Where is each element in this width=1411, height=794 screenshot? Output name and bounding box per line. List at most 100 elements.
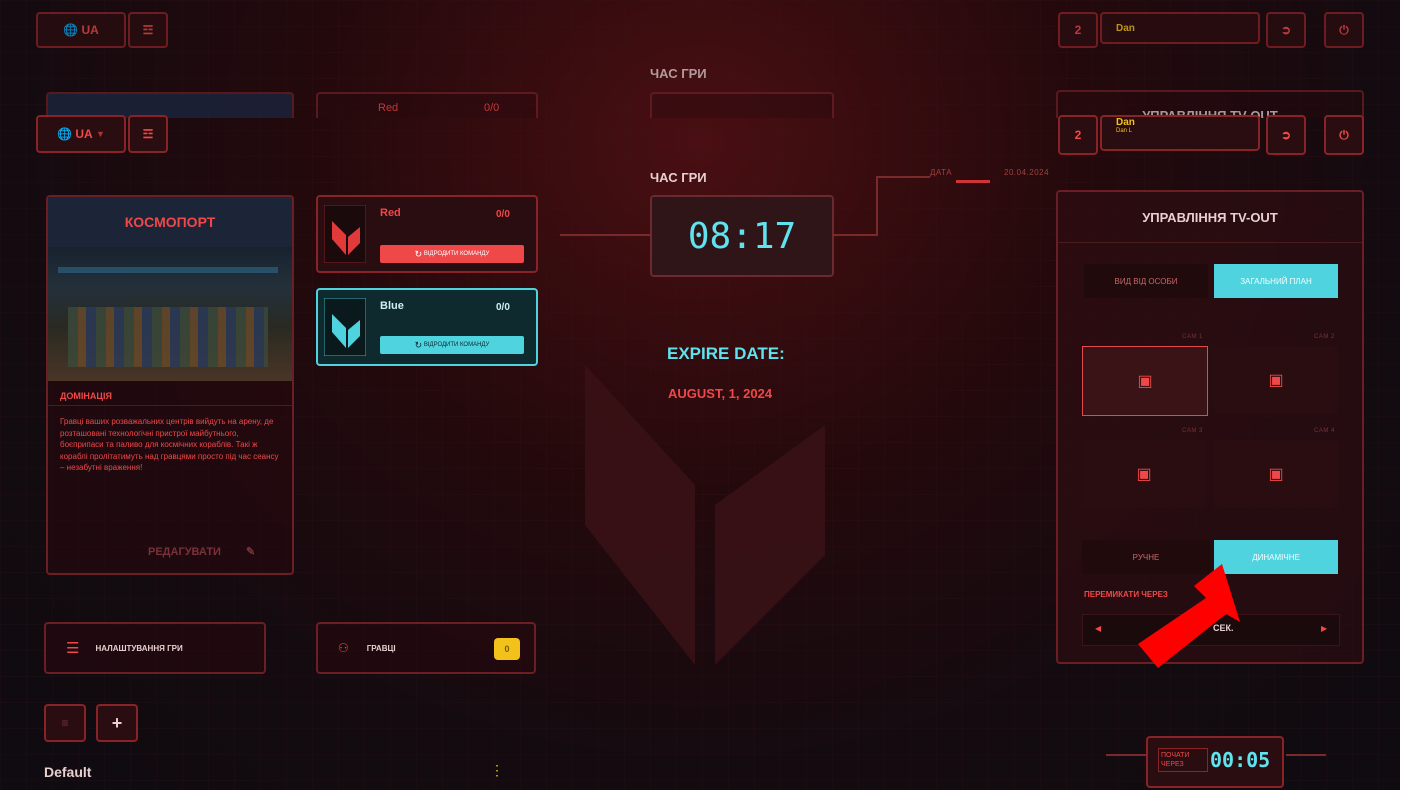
annotation-arrow-icon <box>1138 564 1240 668</box>
view-first-person-label: ВИД ВІД ОСОБИ <box>1114 276 1178 286</box>
circuit-line <box>876 176 878 236</box>
app-screen: 🌐 UA ☲ ЧАС ГРИ Red 0/0 2 Dan ➲ ⏻ УПРАВЛІ… <box>0 0 1400 790</box>
globe-icon: 🌐 <box>57 127 72 141</box>
ghost-power-button: ⏻ <box>1324 12 1364 48</box>
logout-icon: ➲ <box>1280 128 1292 142</box>
team-red-logo-icon <box>324 205 366 263</box>
ghost-power-icon: ⏻ <box>1339 22 1349 37</box>
revive-red-button[interactable]: ↻ ВІДРОДИТИ КОМАНДУ <box>380 245 524 263</box>
ghost-time-box <box>650 92 834 118</box>
revive-blue-button[interactable]: ↻ ВІДРОДИТИ КОМАНДУ <box>380 336 524 354</box>
ghost-logout-icon: ➲ <box>1280 23 1292 37</box>
ghost-header-strip: 🌐 UA ☲ ЧАС ГРИ Red 0/0 2 Dan ➲ ⏻ УПРАВЛІ… <box>0 0 1400 118</box>
circuit-line <box>560 234 650 236</box>
power-button[interactable]: ⏻ <box>1324 115 1364 155</box>
view-first-person-button[interactable]: ВИД ВІД ОСОБИ <box>1084 264 1208 298</box>
date-icon <box>956 166 990 183</box>
team-red-name: Red <box>380 207 401 219</box>
game-time-label: ЧАС ГРИ <box>650 170 707 185</box>
players-count-button[interactable]: 2 <box>1058 115 1098 155</box>
preset-name: Default <box>44 764 92 780</box>
ghost-logout-button: ➲ <box>1266 12 1306 48</box>
mode-dynamic-label: ДИНАМІЧНЕ <box>1252 552 1300 562</box>
user-name: Dan <box>1116 117 1135 128</box>
plus-icon: + <box>111 712 123 733</box>
ghost-user-box: Dan <box>1100 12 1260 44</box>
chevron-right-icon[interactable]: ▶ <box>1321 624 1327 633</box>
players-label: ГРАВЦІ <box>366 643 396 653</box>
ghost-globe-icon: 🌐 <box>63 23 79 37</box>
power-icon: ⏻ <box>1339 127 1349 142</box>
location-mode: ДОМІНАЦІЯ <box>48 381 292 406</box>
circuit-line <box>1286 754 1326 756</box>
revive-red-label: ВІДРОДИТИ КОМАНДУ <box>423 251 490 257</box>
cam4-tile[interactable]: ▣ <box>1214 440 1338 508</box>
camera-icon: ▣ <box>1268 372 1284 389</box>
tool-button[interactable]: ☲ <box>128 115 168 153</box>
logout-button[interactable]: ➲ <box>1266 115 1306 155</box>
edit-button[interactable]: РЕДАГУВАТИ ✎ <box>148 545 255 558</box>
date-label: ДАТА <box>930 168 953 177</box>
team-card-red: Red 0/0 ↻ ВІДРОДИТИ КОМАНДУ <box>316 195 538 273</box>
team-card-blue: Blue 0/0 ↻ ВІДРОДИТИ КОМАНДУ <box>316 288 538 366</box>
team-blue-score: 0/0 <box>496 302 510 313</box>
sliders-icon: ☰ <box>66 640 80 657</box>
start-countdown-value: 00:05 <box>1210 748 1271 772</box>
players-count-badge: 0 <box>494 638 520 660</box>
ghost-user-name: Dan <box>1116 22 1135 34</box>
start-countdown-box[interactable]: ПОЧАТИ ЧЕРЕЗ 00:05 <box>1146 736 1284 788</box>
cam3-tile[interactable]: ▣ <box>1082 440 1206 508</box>
cam1-tile[interactable]: ▣ <box>1082 346 1208 416</box>
location-description: Гравці ваших розважальних центрів вийдут… <box>60 417 279 472</box>
expire-date-label: EXPIRE DATE: <box>667 344 785 363</box>
game-time-value: 08:17 <box>687 215 797 257</box>
ghost-language-button: 🌐 UA <box>36 12 126 48</box>
ghost-language-label: UA <box>81 23 99 37</box>
players-button[interactable]: ⚇ ГРАВЦІ 0 <box>316 622 536 674</box>
chevron-left-icon[interactable]: ◀ <box>1095 624 1101 633</box>
camera-icon: ▣ <box>1136 466 1152 483</box>
language-selector[interactable]: 🌐 UA ▼ <box>36 115 126 153</box>
cam2-tile[interactable]: ▣ <box>1214 346 1338 414</box>
circuit-line <box>1106 754 1146 756</box>
team-blue-logo-icon <box>324 298 366 356</box>
expire-date-value: AUGUST, 1, 2024 <box>668 386 773 401</box>
refresh-icon: ↻ <box>414 339 423 350</box>
players-count-text: 2 <box>1074 128 1082 142</box>
revive-blue-label: ВІДРОДИТИ КОМАНДУ <box>423 342 490 348</box>
date-value: 20.04.2024 <box>1004 168 1050 177</box>
ghost-team-name: Red <box>378 102 399 114</box>
cam1-label: CAM 1 <box>1182 334 1203 340</box>
user-box[interactable]: Dan Dan L <box>1100 115 1260 151</box>
pencil-icon: ✎ <box>246 546 256 558</box>
users-icon: ⚇ <box>338 641 349 655</box>
ghost-game-time-label: ЧАС ГРИ <box>650 66 707 81</box>
camera-icon: ▣ <box>1268 466 1284 483</box>
more-vertical-icon[interactable]: ⋮ <box>490 762 504 779</box>
user-sub: Dan L <box>1116 128 1133 134</box>
edit-label: РЕДАГУВАТИ <box>148 546 221 558</box>
view-general-button[interactable]: ЗАГАЛЬНИЙ ПЛАН <box>1214 264 1338 298</box>
team-red-score: 0/0 <box>496 209 510 220</box>
brand-logo-watermark <box>585 365 825 665</box>
chevron-down-icon: ▼ <box>96 129 105 139</box>
game-settings-button[interactable]: ☰ НАЛАШТУВАННЯ ГРИ <box>44 622 266 674</box>
ghost-players-count: 2 <box>1058 12 1098 48</box>
game-settings-label: НАЛАШТУВАННЯ ГРИ <box>95 643 183 653</box>
location-title: КОСМОПОРТ <box>48 197 292 247</box>
add-preset-button[interactable]: + <box>96 704 138 742</box>
list-settings-button[interactable]: ≡ <box>44 704 86 742</box>
cam4-label: CAM 4 <box>1314 428 1335 434</box>
cam3-label: CAM 3 <box>1182 428 1203 434</box>
ghost-tvout-panel: УПРАВЛІННЯ TV-OUT <box>1056 90 1364 118</box>
camera-icon: ▣ <box>1137 373 1153 390</box>
tool-icon: ☲ <box>142 127 154 141</box>
circuit-line <box>878 176 930 178</box>
location-image <box>48 247 292 381</box>
cam2-label: CAM 2 <box>1314 334 1335 340</box>
ghost-players-count-text: 2 <box>1074 23 1082 37</box>
location-card: КОСМОПОРТ ДОМІНАЦІЯ Гравці ваших розважа… <box>46 195 294 575</box>
language-label: UA <box>75 127 93 141</box>
circuit-line <box>832 234 878 236</box>
game-time-box: 08:17 <box>650 195 834 277</box>
